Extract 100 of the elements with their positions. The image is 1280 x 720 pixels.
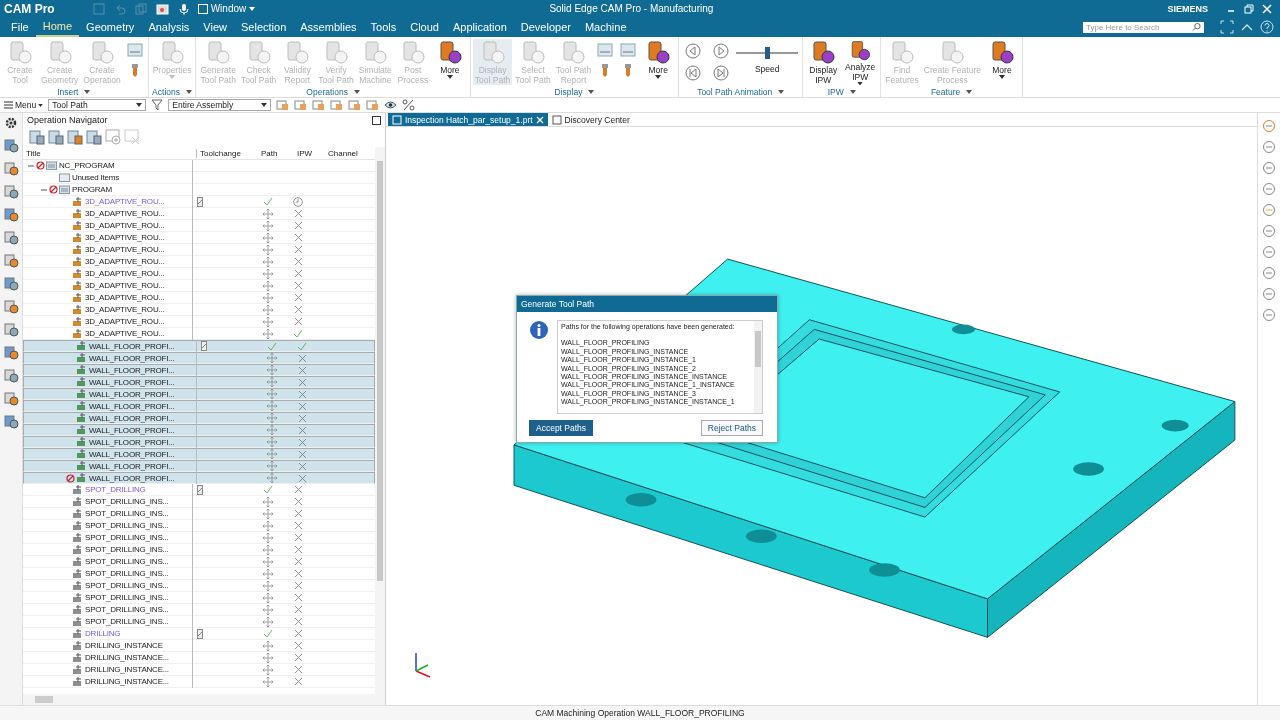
tree-row[interactable]: SPOT_DRILLING_INS... <box>23 568 375 580</box>
caret-icon[interactable] <box>849 89 856 94</box>
toolpath-icon[interactable] <box>597 43 614 57</box>
scrollbar[interactable] <box>754 321 762 413</box>
tree-row[interactable]: WALL_FLOOR_PROFI... <box>23 340 375 352</box>
tree-row[interactable]: DRILLING <box>23 628 375 640</box>
tree-row[interactable]: WALL_FLOOR_PROFI... <box>23 400 375 412</box>
toolpath-icon[interactable] <box>126 43 143 57</box>
tree-row[interactable]: 3D_ADAPTIVE_ROU... <box>23 292 375 304</box>
tree-row[interactable]: 3D_ADAPTIVE_ROU... <box>23 304 375 316</box>
menu-tab[interactable]: Analysis <box>141 17 197 37</box>
ribbon-button[interactable]: More <box>431 39 468 85</box>
filter-dropdown[interactable]: Tool Path <box>48 99 147 111</box>
tree-row[interactable]: 3D_ADAPTIVE_ROU... <box>23 256 375 268</box>
percent-icon[interactable] <box>402 99 416 111</box>
tree-row[interactable]: Unused Items <box>23 172 375 184</box>
menu-tab[interactable]: Selection <box>234 17 294 37</box>
rewind-icon[interactable] <box>685 65 702 81</box>
menu-tab[interactable]: Assemblies <box>293 17 364 37</box>
tree-row[interactable]: SPOT_DRILLING_INS... <box>23 544 375 556</box>
column-header[interactable]: Channel <box>325 148 375 158</box>
tree-row[interactable]: SPOT_DRILLING_INS... <box>23 532 375 544</box>
selection-icon[interactable] <box>330 99 344 111</box>
window-menu[interactable]: Window <box>197 3 256 14</box>
reject-button[interactable]: Reject Paths <box>700 420 763 436</box>
fullscreen-icon[interactable] <box>1220 20 1234 34</box>
tree-row[interactable]: WALL_FLOOR_PROFI... <box>23 436 375 448</box>
tree-row[interactable]: DRILLING_INSTANCE... <box>23 664 375 676</box>
tree-row[interactable]: WALL_FLOOR_PROFI... <box>23 364 375 376</box>
menu-tab[interactable]: View <box>196 17 234 37</box>
restore-icon[interactable] <box>1244 3 1254 14</box>
accept-button[interactable]: Accept Paths <box>529 420 594 436</box>
column-header[interactable]: IPW <box>294 148 325 158</box>
filter-icon[interactable] <box>151 99 164 111</box>
tree-row[interactable]: SPOT_DRILLING_INS... <box>23 556 375 568</box>
tree-row[interactable]: 3D_ADAPTIVE_ROU... <box>23 208 375 220</box>
tree-row[interactable]: PROGRAM <box>23 184 375 196</box>
document-tab[interactable]: Discovery Center <box>547 113 634 126</box>
caret-icon[interactable] <box>778 89 785 94</box>
tree-row[interactable]: SPOT_DRILLING_INS... <box>23 616 375 628</box>
tree-row[interactable]: SPOT_DRILLING_INS... <box>23 604 375 616</box>
view-mode-icon[interactable] <box>48 129 64 145</box>
slider-thumb[interactable] <box>765 47 771 59</box>
skip-end-icon[interactable] <box>713 65 730 81</box>
menu-tab[interactable]: File <box>4 17 36 37</box>
tree-row[interactable]: 3D_ADAPTIVE_ROU... <box>23 280 375 292</box>
tree-row[interactable]: 3D_ADAPTIVE_ROU... <box>23 316 375 328</box>
maximize-icon[interactable] <box>372 115 381 125</box>
add-icon[interactable] <box>105 129 121 145</box>
column-header[interactable]: Toolchange <box>197 148 258 158</box>
tree-row[interactable]: DRILLING_INSTANCE... <box>23 676 375 688</box>
view-mode-icon[interactable] <box>29 129 45 145</box>
settings-icon[interactable] <box>4 116 18 130</box>
search-field[interactable]: Type Here to Search <box>1083 21 1204 33</box>
microphone-icon[interactable] <box>178 2 189 15</box>
tree-row[interactable]: SPOT_DRILLING_INS... <box>23 520 375 532</box>
column-header[interactable]: Path <box>258 148 294 158</box>
tree-row[interactable]: SPOT_DRILLING_INS... <box>23 508 375 520</box>
tree-row[interactable]: WALL_FLOOR_PROFI... <box>23 352 375 364</box>
caret-icon[interactable] <box>353 89 360 94</box>
ribbon-button[interactable]: Analyze IPW <box>842 39 879 85</box>
selection-icon[interactable] <box>294 99 308 111</box>
search-icon[interactable] <box>1192 22 1201 32</box>
toolpath-icon[interactable] <box>620 43 637 57</box>
tree-row[interactable]: SPOT_DRILLING_INS... <box>23 592 375 604</box>
view-mode-icon[interactable] <box>86 129 102 145</box>
selection-icon[interactable] <box>276 99 290 111</box>
close-icon[interactable] <box>535 115 544 124</box>
document-tab[interactable]: Inspection Hatch_par_setup_1.prt <box>388 113 548 126</box>
menu-tab[interactable]: Geometry <box>79 17 142 37</box>
tree-row[interactable]: WALL_FLOOR_PROFI... <box>23 388 375 400</box>
tree-row[interactable]: 3D_ADAPTIVE_ROU... <box>23 220 375 232</box>
tree-row[interactable]: DRILLING_INSTANCE... <box>23 652 375 664</box>
tree-row[interactable]: SPOT_DRILLING_INS... <box>23 496 375 508</box>
tree-row[interactable]: WALL_FLOOR_PROFI... <box>23 376 375 388</box>
camera-icon[interactable] <box>155 2 170 15</box>
ribbon-button[interactable]: More <box>983 39 1020 85</box>
tree-row[interactable]: WALL_FLOOR_PROFI... <box>23 472 375 484</box>
tree-row[interactable]: 3D_ADAPTIVE_ROU... <box>23 196 375 208</box>
menu-tab[interactable]: Application <box>445 17 514 37</box>
tree-row[interactable]: 3D_ADAPTIVE_ROU... <box>23 268 375 280</box>
ribbon-button[interactable]: More <box>640 39 677 85</box>
tree-row[interactable]: 3D_ADAPTIVE_ROU... <box>23 232 375 244</box>
tree-row[interactable]: SPOT_DRILLING <box>23 484 375 496</box>
scrollbar[interactable] <box>23 694 385 705</box>
tree-row[interactable]: WALL_FLOOR_PROFI... <box>23 448 375 460</box>
selection-icon[interactable] <box>348 99 362 111</box>
menu-tab[interactable]: Machine <box>577 17 634 37</box>
tree-row[interactable]: WALL_FLOOR_PROFI... <box>23 412 375 424</box>
tree-row[interactable]: WALL_FLOOR_PROFI... <box>23 424 375 436</box>
selection-icon[interactable] <box>312 99 326 111</box>
caret-icon[interactable] <box>84 89 91 94</box>
view-mode-icon[interactable] <box>67 129 83 145</box>
menu-tab[interactable]: Developer <box>513 17 578 37</box>
tree-row[interactable]: DRILLING_INSTANCE <box>23 640 375 652</box>
caret-icon[interactable] <box>186 89 192 94</box>
caret-icon[interactable] <box>966 89 973 94</box>
help-icon[interactable] <box>1260 20 1274 34</box>
caret-icon[interactable] <box>588 89 595 94</box>
tree-row[interactable]: SPOT_DRILLING_INS... <box>23 580 375 592</box>
